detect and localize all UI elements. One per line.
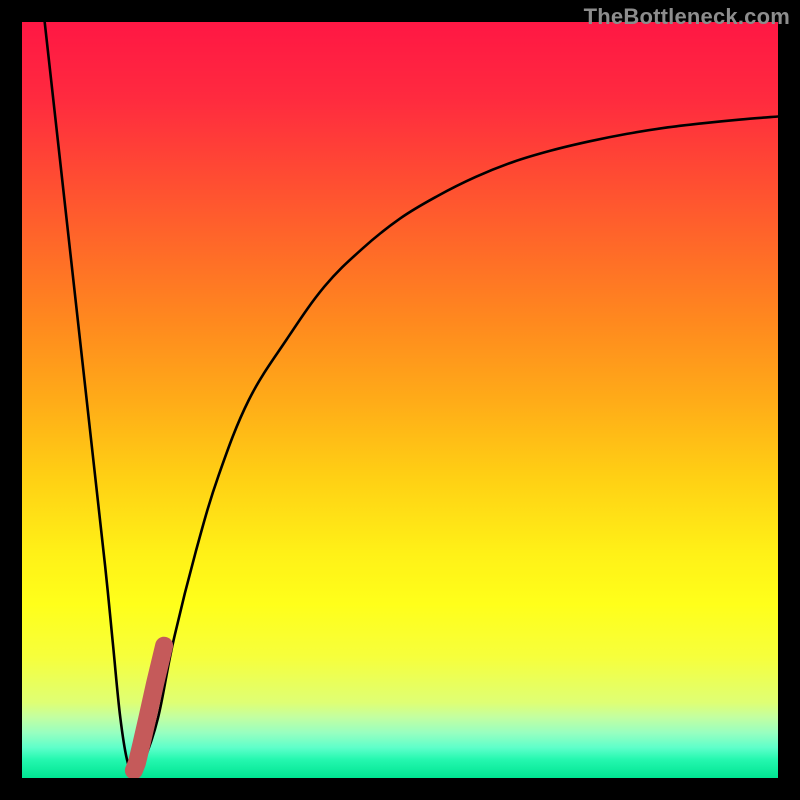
chart-stage: TheBottleneck.com xyxy=(0,0,800,800)
plot-area xyxy=(22,22,778,778)
chart-svg xyxy=(22,22,778,778)
gradient-bg xyxy=(22,22,778,778)
